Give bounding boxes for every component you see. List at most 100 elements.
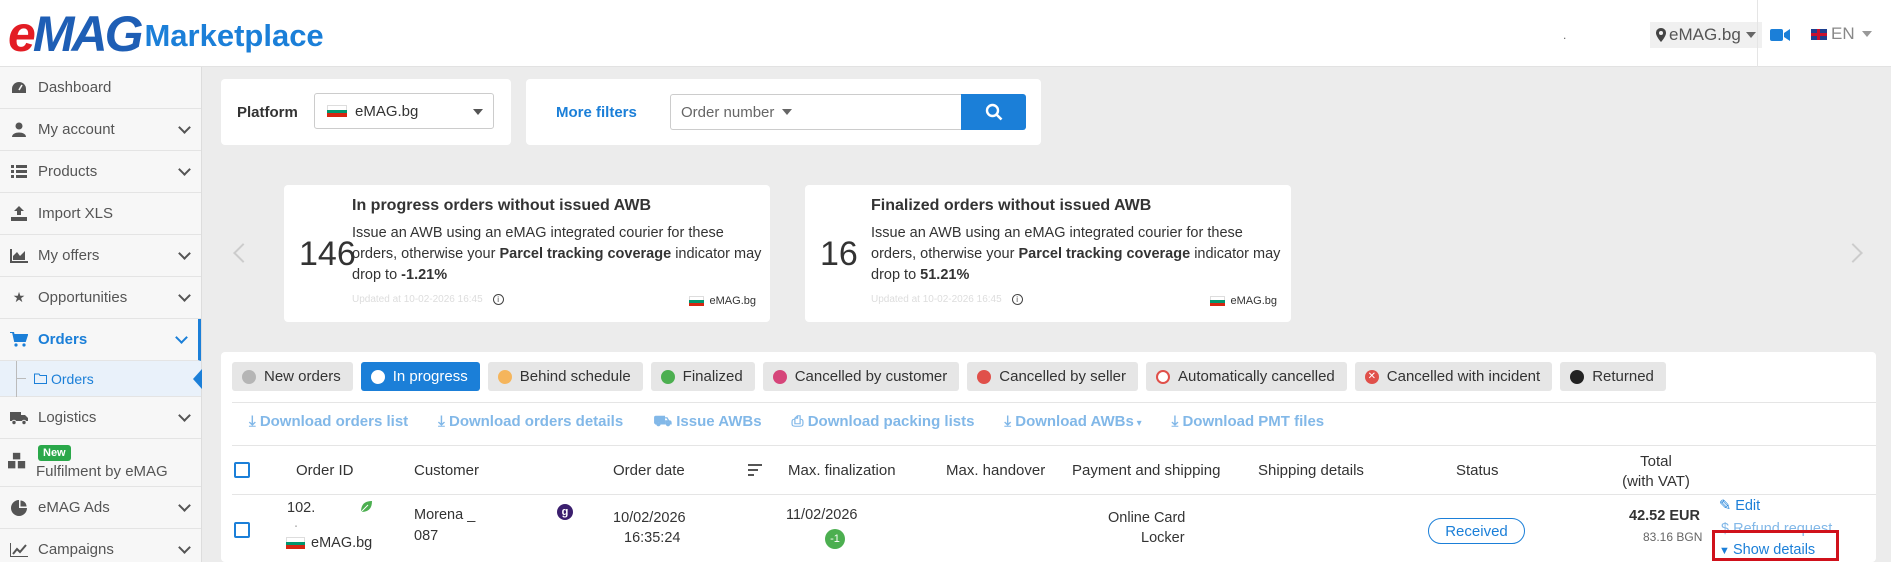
- video-camera-icon[interactable]: [1770, 28, 1790, 42]
- chevron-down-icon: [178, 289, 191, 302]
- sidebar-item-my-account[interactable]: My account: [0, 109, 201, 151]
- column-payment-shipping: Payment and shipping: [1072, 462, 1221, 479]
- action-label: Download packing lists: [807, 413, 975, 430]
- user-name-text: .: [1563, 28, 1567, 42]
- divider: [232, 402, 1876, 403]
- sidebar-item-products[interactable]: Products: [0, 151, 201, 193]
- info-card-text: Issue an AWB using an eMAG integrated co…: [871, 223, 1281, 286]
- search-icon: [985, 103, 1002, 121]
- tab-automatically-cancelled[interactable]: Automatically cancelled: [1146, 362, 1347, 391]
- column-order-date[interactable]: Order date: [613, 462, 685, 479]
- tab-new-orders[interactable]: New orders: [232, 362, 353, 391]
- top-bar: eMAG Marketplace . eMAG.bg EN: [0, 0, 1891, 67]
- star-icon: ★: [12, 289, 26, 305]
- action-label: Download orders list: [259, 413, 409, 430]
- select-all-checkbox[interactable]: [234, 462, 250, 478]
- table-row: 102. . eMAG.bg Morena _ 087 g 10/02/2026…: [232, 495, 1876, 562]
- platform-filter-card: Platform eMAG.bg: [221, 79, 511, 145]
- order-date: 10/02/2026: [613, 510, 686, 526]
- search-button[interactable]: [961, 94, 1026, 130]
- info-icon[interactable]: i: [492, 294, 504, 305]
- sidebar-item-fulfilment[interactable]: New Fulfilment by eMAG: [0, 439, 201, 487]
- table-header: Order ID Customer Order date Max. finali…: [232, 445, 1876, 495]
- updated-text: Updated at 10-02-2026 16:45: [352, 294, 483, 305]
- sidebar-item-label: Import XLS: [38, 205, 114, 222]
- tab-in-progress[interactable]: In progress: [360, 362, 480, 391]
- customer-name[interactable]: Morena _: [414, 507, 475, 523]
- total-eur: 42.52 EUR: [1629, 508, 1700, 524]
- column-max-finalization[interactable]: Max. finalization: [788, 462, 896, 479]
- sidebar-item-dashboard[interactable]: Dashboard: [0, 67, 201, 109]
- tab-label: Cancelled by customer: [794, 368, 948, 385]
- status-dot-icon: [977, 369, 992, 384]
- status-dot-icon: [242, 369, 256, 384]
- column-total[interactable]: Total (with VAT): [1611, 452, 1701, 492]
- upload-icon: [10, 206, 28, 222]
- sidebar-item-campaigns[interactable]: Campaigns: [0, 529, 201, 562]
- bulk-actions-bar: ⤓ Download orders list ⤓ Download orders…: [249, 413, 1324, 432]
- order-id[interactable]: 102.: [287, 500, 315, 516]
- carousel-next-arrow[interactable]: [1843, 243, 1863, 263]
- column-total-line1: Total: [1640, 453, 1672, 470]
- tab-finalized[interactable]: Finalized: [650, 362, 755, 391]
- language-selector[interactable]: EN: [1811, 24, 1872, 44]
- tab-behind-schedule[interactable]: Behind schedule: [487, 362, 643, 391]
- sort-icon[interactable]: [748, 464, 762, 476]
- caret-down-icon: [1861, 31, 1872, 37]
- order-id-suffix: .: [294, 515, 299, 531]
- download-pmt-files-button[interactable]: ⤓ Download PMT files: [1172, 413, 1325, 432]
- sidebar-subitem-orders[interactable]: Orders: [0, 361, 202, 397]
- download-awbs-button[interactable]: ⤓ Download AWBs ▾: [1004, 413, 1141, 432]
- cart-icon: [10, 332, 28, 348]
- download-orders-details-button[interactable]: ⤓ Download orders details: [438, 413, 623, 432]
- status-badge: Received: [1428, 518, 1525, 544]
- info-text-value: -1.21%: [401, 267, 448, 283]
- bulgaria-flag-icon: [688, 296, 704, 306]
- site-selector[interactable]: eMAG.bg: [1650, 22, 1762, 48]
- sidebar-item-import-xls[interactable]: Import XLS: [0, 193, 201, 235]
- order-time: 16:35:24: [624, 530, 681, 546]
- sidebar-item-opportunities[interactable]: ★ Opportunities: [0, 277, 201, 319]
- customer-phone: 087: [414, 528, 439, 544]
- info-icon[interactable]: i: [1011, 294, 1023, 305]
- issue-awbs-button[interactable]: ⛟ Issue AWBs: [653, 413, 761, 432]
- days-left-badge: -1: [825, 529, 845, 549]
- platform-select-value: eMAG.bg: [355, 102, 419, 120]
- row-checkbox[interactable]: [234, 522, 250, 538]
- tab-returned[interactable]: Returned: [1560, 362, 1666, 391]
- search-field-selector[interactable]: Order number: [681, 104, 774, 121]
- column-customer[interactable]: Customer: [414, 462, 479, 479]
- download-icon: ⤓: [249, 413, 260, 430]
- sidebar-item-logistics[interactable]: Logistics: [0, 397, 201, 439]
- status-dot-icon: [497, 369, 512, 384]
- platform-select[interactable]: eMAG.bg: [314, 93, 494, 129]
- column-max-handover[interactable]: Max. handover: [946, 462, 1045, 479]
- carousel-prev-arrow[interactable]: [233, 243, 253, 263]
- sidebar-item-orders[interactable]: Orders: [0, 319, 201, 361]
- order-number-search-input[interactable]: Order number: [670, 94, 962, 130]
- sidebar-item-emag-ads[interactable]: eMAG Ads: [0, 487, 201, 529]
- more-filters-link[interactable]: More filters: [556, 104, 637, 121]
- sidebar-item-label: My account: [38, 121, 115, 138]
- payment-method: Online Card: [1108, 510, 1186, 526]
- bulgaria-flag-icon: [327, 105, 347, 118]
- sidebar-item-my-offers[interactable]: My offers: [0, 235, 201, 277]
- info-card-site: eMAG.bg: [1209, 295, 1277, 307]
- status-tabs: New orders In progress Behind schedule F…: [232, 362, 1666, 391]
- tab-cancelled-by-seller[interactable]: Cancelled by seller: [967, 362, 1139, 391]
- order-site-label: eMAG.bg: [311, 535, 373, 551]
- sidebar: Dashboard My account Products Import XLS…: [0, 67, 202, 562]
- pencil-icon: ✎: [1719, 498, 1736, 514]
- site-label: eMAG.bg: [1230, 295, 1277, 307]
- column-total-line2: (with VAT): [1622, 473, 1690, 490]
- info-card-site: eMAG.bg: [688, 295, 756, 307]
- download-packing-lists-button[interactable]: ⎙ Download packing lists: [792, 413, 975, 432]
- tab-cancelled-with-incident[interactable]: ✕ Cancelled with incident: [1354, 362, 1553, 391]
- sidebar-item-label: Fulfilment by eMAG: [36, 463, 168, 480]
- edit-link[interactable]: ✎ Edit: [1719, 498, 1760, 514]
- column-order-id[interactable]: Order ID: [296, 462, 354, 479]
- download-orders-list-button[interactable]: ⤓ Download orders list: [249, 413, 408, 432]
- caret-down-icon: ▾: [1133, 418, 1142, 429]
- tab-cancelled-by-customer[interactable]: Cancelled by customer: [762, 362, 960, 391]
- emag-marketplace-logo[interactable]: eMAG Marketplace: [8, 9, 324, 59]
